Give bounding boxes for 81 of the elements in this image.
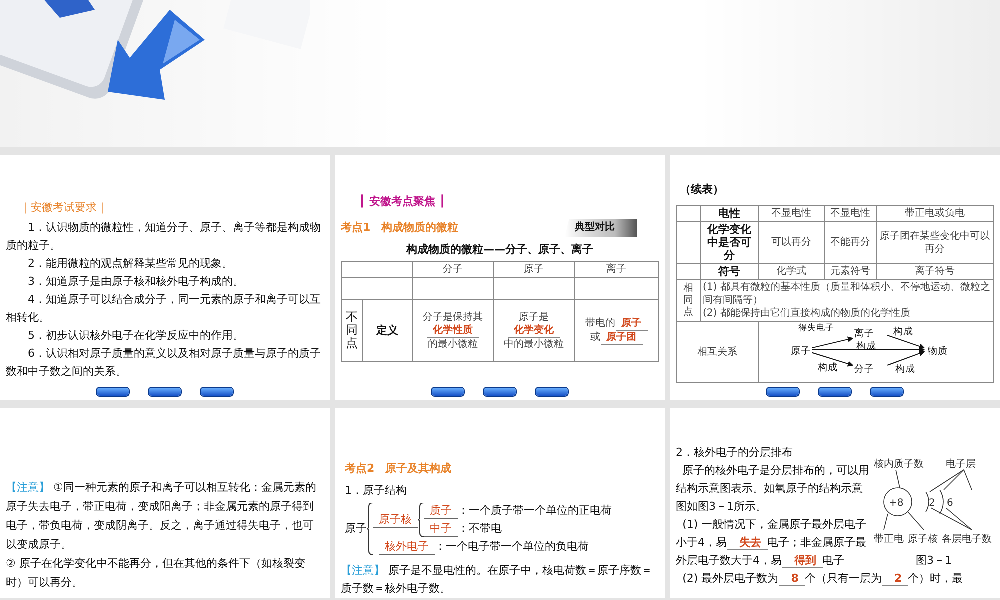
- fill-in-line: 核外电子: [379, 539, 435, 555]
- table-cell: 带正电或负电: [876, 206, 994, 222]
- diagram-label: 核内质子数: [874, 459, 924, 470]
- subheading: 1．原子结构: [345, 483, 408, 499]
- arrow-label: 构成: [895, 364, 916, 376]
- figure-caption: 图3－1: [916, 553, 952, 569]
- body-text: 原子的核外电子是分层排布的，可以用结构示意图表示。如氧原子的结构示意图如图3－1所示。: [676, 463, 871, 515]
- node-label: 分子: [854, 364, 875, 376]
- table-cell: 不显电性: [758, 206, 824, 222]
- column-header: 分子: [412, 262, 494, 278]
- nav-button[interactable]: [201, 388, 233, 396]
- nav-button[interactable]: [432, 388, 464, 396]
- requirement-text: 6．认识相对原子质量的意义以及相对原子质量与原子的质子数和中子数之间的关系。: [6, 346, 322, 380]
- definition-text: ：不带电: [458, 521, 502, 537]
- node-label: 离子: [854, 328, 875, 340]
- section-heading: ┃ 安徽考点聚焦 ┃: [359, 194, 447, 210]
- table-cell: 化学式: [758, 264, 824, 280]
- arrow-label: 构成: [893, 326, 914, 338]
- table-cell: 离子符号: [876, 264, 994, 280]
- body-text: (1) 一般情况下，金属原子最外层电子小于4，易 失去 电子；非金属原子最外层电子数大于4，易 得到 电子: [676, 517, 868, 570]
- fill-in-line: 原子核: [373, 512, 418, 528]
- body-text: (2) 最外层电子数为 8 个（只有一层为 2 个）时，最: [682, 571, 964, 588]
- requirement-text: 5．初步认识核外电子在化学反应中的作用。: [27, 328, 245, 344]
- diagram-label: 电子层: [946, 459, 976, 470]
- row-header: 相互关系: [676, 322, 758, 382]
- topic-title: 考点2 原子及其构成: [345, 461, 453, 477]
- nav-button[interactable]: [536, 388, 568, 396]
- node-label: 原子: [345, 521, 367, 537]
- note-text: ② 原子在化学变化中不能再分，但在其他的条件下（如核裂变时）可以再分。: [6, 556, 306, 591]
- definition-text: ：一个电子带一个单位的负电荷: [435, 539, 589, 555]
- nav-button[interactable]: [871, 388, 903, 396]
- arrow-label: 得失电子: [798, 324, 835, 334]
- diagram-label: 原子核: [908, 534, 938, 545]
- node-label: 原子: [791, 346, 812, 357]
- topic-title: 考点1 构成物质的微粒: [341, 220, 459, 236]
- requirement-text: 4．知道原子可以结合成分子，同一元素的原子和离子可以互相转化。: [6, 292, 322, 326]
- requirement-text: 1．认识物质的微粒性，知道分子、原子、离子等都是构成物质的粒子。: [6, 220, 322, 254]
- column-header: 原子: [494, 262, 575, 278]
- fill-in-line: 中子: [424, 521, 458, 537]
- table-cell: 原子团在某些变化中可以再分: [876, 222, 994, 264]
- table-cell: 分子是保持其 化学性质 的最小微粒: [412, 300, 494, 362]
- row-header: 符号: [700, 264, 758, 280]
- brace-icon: [367, 503, 373, 555]
- brace-icon: [418, 503, 424, 537]
- diagram-label: 各层电子数: [942, 534, 992, 545]
- nav-button[interactable]: [149, 388, 181, 396]
- row-header: 相同点: [684, 282, 694, 318]
- table-caption: （续表）: [680, 182, 725, 198]
- diagram-label: 2: [929, 498, 936, 509]
- arrow-label: 构成: [818, 362, 838, 374]
- node-label: 物质: [928, 346, 948, 357]
- requirement-text: 2．能用微粒的观点解释某些常见的现象。: [27, 256, 234, 272]
- note-text: 【注意】 原子是不显电性的。在原子中，核电荷数＝原子序数＝质子数＝核外电子数。: [341, 563, 654, 597]
- section-heading: ｜安徽考试要求｜: [20, 200, 109, 216]
- row-header: 定义: [362, 300, 412, 362]
- table-cell: 可以再分: [758, 222, 824, 264]
- row-header: 电性: [700, 206, 758, 222]
- tag-label: 典型对比: [565, 219, 637, 237]
- fill-in-line: 质子: [424, 503, 458, 519]
- definition-text: ：一个质子带一个单位的正电荷: [458, 503, 612, 519]
- table-title: 构成物质的微粒——分子、原子、离子: [405, 242, 594, 258]
- table-cell: 不能再分: [824, 222, 876, 264]
- table-cell: 不显电性: [824, 206, 876, 222]
- row-header: 化学变化中是否可分: [700, 222, 758, 264]
- nav-button[interactable]: [819, 388, 851, 396]
- table-cell: (1) 都具有微粒的基本性质（质量和体积小、不停地运动、微粒之间有间隔等） (2) 都能保持由它们直接构成的物质的化学性质: [700, 280, 994, 322]
- diagram-label: 带正电: [874, 534, 904, 545]
- table-cell: 元素符号: [824, 264, 876, 280]
- requirement-text: 3．知道原子是由原子核和核外电子构成的。: [27, 274, 245, 290]
- nav-button[interactable]: [484, 388, 516, 396]
- nav-button[interactable]: [767, 388, 799, 396]
- nav-button[interactable]: [97, 388, 129, 396]
- column-header: 离子: [574, 262, 658, 278]
- table-cell: 原子是 化学变化 中的最小微粒: [494, 300, 575, 362]
- subheading: 2．核外电子的分层排布: [676, 445, 794, 461]
- row-header: 不同点: [346, 310, 358, 350]
- arrow-label: 构成: [856, 341, 877, 352]
- diagram-label: +8: [889, 498, 904, 509]
- diagram-label: 6: [947, 498, 954, 509]
- table-cell: 带电的 原子 或 原子团: [574, 300, 658, 362]
- note-text: 【注意】 ①同一种元素的原子和离子可以相互转化：金属元素的原子失去电子，带正电荷，变成阳离子；非金属元素的原子得到电子，带负电荷，变成阴离子。反之，离子通过得失电子，也可以变成原子。: [6, 480, 318, 553]
